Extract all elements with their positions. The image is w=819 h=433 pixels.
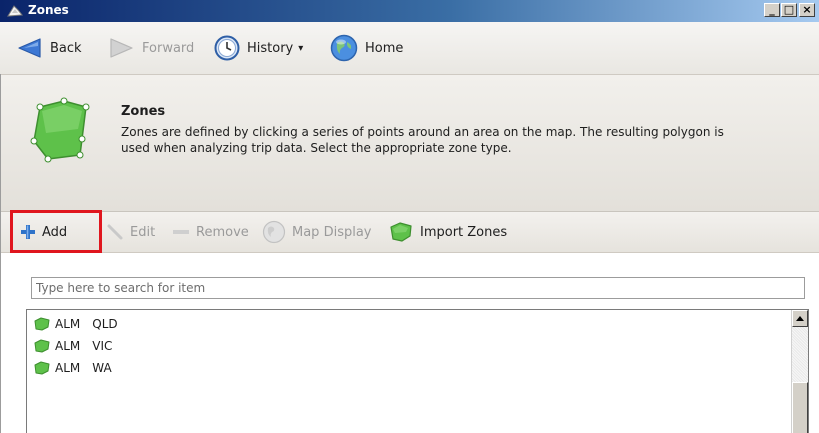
back-label: Back xyxy=(50,40,82,56)
remove-label: Remove xyxy=(196,224,249,240)
triangle-up-icon xyxy=(796,316,804,321)
title-bar: Zones _ □ × xyxy=(0,0,819,22)
back-button[interactable]: Back xyxy=(16,22,82,74)
import-zones-label: Import Zones xyxy=(420,224,508,240)
list-item[interactable]: ALM QLD xyxy=(33,314,118,334)
edit-button[interactable]: Edit xyxy=(106,212,155,252)
list-item[interactable]: ALM WA xyxy=(33,358,112,378)
window-title: Zones xyxy=(28,3,69,17)
minimize-button[interactable]: _ xyxy=(764,3,780,17)
zones-app-icon xyxy=(7,5,23,17)
globe-icon xyxy=(330,34,358,62)
zone-code: ALM xyxy=(55,317,81,331)
zone-code: ALM xyxy=(55,361,81,375)
header-panel: Zones Zones are defined by clicking a se… xyxy=(0,75,819,212)
zone-code: ALM xyxy=(55,339,81,353)
home-label: Home xyxy=(365,40,404,56)
add-button-highlight xyxy=(10,210,102,253)
search-input[interactable] xyxy=(31,277,805,299)
zone-polygon-icon xyxy=(34,361,50,375)
action-toolbar: Add Edit Remove Map Display Import Zones xyxy=(0,212,819,253)
zone-polygon-icon xyxy=(34,317,50,331)
history-dropdown-caret[interactable]: ▾ xyxy=(298,43,303,54)
minus-icon xyxy=(173,230,189,234)
maximize-button[interactable]: □ xyxy=(781,3,797,17)
content-area: ALM QLD ALM VIC ALM WA xyxy=(0,253,819,433)
forward-arrow-icon xyxy=(110,38,133,58)
zone-import-icon xyxy=(390,222,412,242)
polygon-zone-icon xyxy=(30,97,90,163)
history-button[interactable]: History ▾ xyxy=(214,22,303,74)
zone-region: QLD xyxy=(92,317,118,331)
vertical-scrollbar[interactable] xyxy=(791,310,808,433)
back-arrow-icon xyxy=(18,38,41,58)
zones-list[interactable]: ALM QLD ALM VIC ALM WA xyxy=(26,309,809,433)
import-zones-button[interactable]: Import Zones xyxy=(388,212,507,252)
pencil-icon xyxy=(107,224,123,240)
page-description: Zones are defined by clicking a series o… xyxy=(121,125,724,155)
home-button[interactable]: Home xyxy=(330,22,403,74)
scroll-up-button[interactable] xyxy=(792,310,808,327)
map-display-button[interactable]: Map Display xyxy=(262,212,372,252)
forward-button[interactable]: Forward xyxy=(108,22,194,74)
zone-polygon-icon xyxy=(34,339,50,353)
window-left-border xyxy=(0,74,1,433)
edit-label: Edit xyxy=(130,224,156,240)
map-display-label: Map Display xyxy=(292,224,372,240)
page-title: Zones xyxy=(121,104,166,119)
scroll-thumb[interactable] xyxy=(792,382,808,433)
clock-icon xyxy=(214,35,240,61)
close-button[interactable]: × xyxy=(799,3,815,17)
zone-region: WA xyxy=(92,361,112,375)
list-item[interactable]: ALM VIC xyxy=(33,336,112,356)
navigation-bar: Back Forward History ▾ Home xyxy=(0,22,819,75)
globe-icon xyxy=(262,220,286,244)
history-label: History xyxy=(247,40,294,56)
zone-region: VIC xyxy=(92,339,113,353)
remove-button[interactable]: Remove xyxy=(172,212,249,252)
forward-label: Forward xyxy=(142,40,195,56)
